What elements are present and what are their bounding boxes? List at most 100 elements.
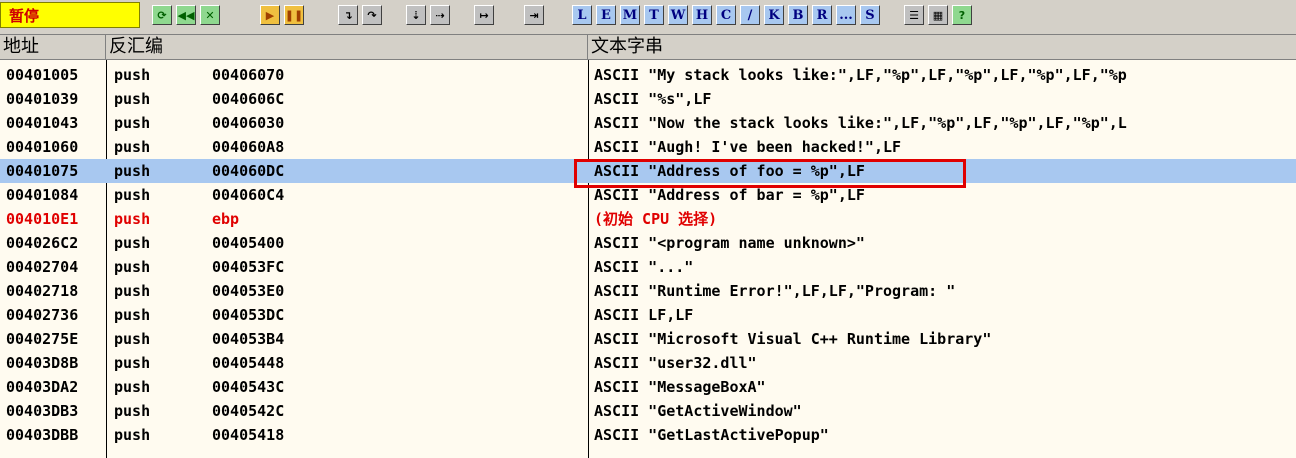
goto-icon[interactable]: ⇥ (524, 5, 544, 25)
close-icon[interactable]: ✕ (200, 5, 220, 25)
operand-cell: 004053E0 (212, 282, 285, 300)
opcode-cell: push (114, 210, 151, 228)
opcode-cell: push (114, 114, 151, 132)
rewind-icon[interactable]: ◀◀ (176, 5, 196, 25)
breakpoints-window-button[interactable]: B (788, 5, 808, 25)
address-cell: 00401084 (6, 186, 79, 204)
run-icon[interactable]: ▶ (260, 5, 280, 25)
opcode-cell: push (114, 330, 151, 348)
text-string-cell: (初始 CPU 选择) (594, 210, 718, 228)
call-stack-window-button[interactable]: K (764, 5, 784, 25)
toolbar: 暂停 ⟳ ◀◀ ✕ ▶ ❚❚ ↴ ↷ ⇣ ⇢ ↦ ⇥ L E M T W H C… (0, 0, 1296, 35)
table-row[interactable]: 00403DA2 push 0040543C ASCII "MessageBoxA" (0, 375, 1296, 399)
table-row[interactable]: 00401043 push 00406030 ASCII "Now the stack… (0, 111, 1296, 135)
references-window-button[interactable]: R (812, 5, 832, 25)
windows-window-button[interactable]: W (668, 5, 688, 25)
address-cell: 0040275E (6, 330, 79, 348)
table-row[interactable]: 0040275E push 004053B4 ASCII "Microsoft Vis… (0, 327, 1296, 351)
run-trace-window-button[interactable]: ... (836, 5, 856, 25)
text-string-cell: ASCII "Microsoft Visual C++ Runtime Libr… (594, 330, 992, 348)
opcode-cell: push (114, 234, 151, 252)
table-row[interactable]: 00403DB3 push 0040542C ASCII "GetActiveWind… (0, 399, 1296, 423)
header-text-string[interactable]: 文本字串 (588, 35, 1296, 59)
opcode-cell: push (114, 306, 151, 324)
opcode-cell: push (114, 426, 151, 444)
operand-cell: 0040542C (212, 402, 285, 420)
table-row[interactable]: 00403D8B push 00405448 ASCII "user32.dll" (0, 351, 1296, 375)
address-cell: 004010E1 (6, 210, 79, 228)
text-string-cell: ASCII "Runtime Error!",LF,LF,"Program: " (594, 282, 956, 300)
address-cell: 00401060 (6, 138, 79, 156)
patches-window-button[interactable]: / (740, 5, 760, 25)
highlight-box (574, 159, 966, 188)
step-over-icon[interactable]: ↷ (362, 5, 382, 25)
handles-window-button[interactable]: H (692, 5, 712, 25)
threads-window-button[interactable]: T (644, 5, 664, 25)
operand-cell: 004060A8 (212, 138, 285, 156)
header-address[interactable]: 地址 (0, 35, 106, 59)
address-cell: 00403DA2 (6, 378, 79, 396)
text-string-cell: ASCII "MessageBoxA" (594, 378, 766, 396)
address-cell: 00403DBB (6, 426, 79, 444)
grid-icon[interactable]: ▦ (928, 5, 948, 25)
table-row[interactable]: 00401060 push 004060A8 ASCII "Augh! I've be… (0, 135, 1296, 159)
column-header: 地址 反汇编 文本字串 (0, 35, 1296, 60)
operand-cell: 004060DC (212, 162, 285, 180)
step-into-icon[interactable]: ↴ (338, 5, 358, 25)
operand-cell: 00405400 (212, 234, 285, 252)
opcode-cell: push (114, 282, 151, 300)
memory-window-button[interactable]: M (620, 5, 640, 25)
opcode-cell: push (114, 66, 151, 84)
help-icon[interactable]: ? (952, 5, 972, 25)
log-window-button[interactable]: L (572, 5, 592, 25)
operand-cell: 00405418 (212, 426, 285, 444)
opcode-cell: push (114, 402, 151, 420)
address-cell: 00401039 (6, 90, 79, 108)
table-row[interactable]: 00402736 push 004053DC ASCII LF,LF (0, 303, 1296, 327)
opcode-cell: push (114, 186, 151, 204)
operand-cell: 0040606C (212, 90, 285, 108)
text-string-cell: ASCII "<program name unknown>" (594, 234, 865, 252)
pause-icon[interactable]: ❚❚ (284, 5, 304, 25)
opcode-cell: push (114, 378, 151, 396)
address-cell: 00401075 (6, 162, 79, 180)
trace-over-icon[interactable]: ⇢ (430, 5, 450, 25)
text-string-cell: ASCII LF,LF (594, 306, 694, 324)
text-string-cell: ASCII "My stack looks like:",LF,"%p",LF,… (594, 66, 1127, 84)
header-disassembly[interactable]: 反汇编 (106, 35, 588, 59)
operand-cell: 00406070 (212, 66, 285, 84)
text-string-cell: ASCII "%s",LF (594, 90, 712, 108)
cpu-window-button[interactable]: C (716, 5, 736, 25)
table-row[interactable]: 00401039 push 0040606C ASCII "%s",LF (0, 87, 1296, 111)
table-row[interactable]: 00402704 push 004053FC ASCII "..." (0, 255, 1296, 279)
operand-cell: ebp (212, 210, 240, 228)
table-row[interactable]: 00403DBB push 00405418 ASCII "GetLastActive… (0, 423, 1296, 447)
address-cell: 00401043 (6, 114, 79, 132)
text-string-cell: ASCII "Augh! I've been hacked!",LF (594, 138, 902, 156)
operand-cell: 004053DC (212, 306, 285, 324)
open-icon[interactable]: ⟳ (152, 5, 172, 25)
text-string-cell: ASCII "GetLastActivePopup" (594, 426, 829, 444)
modules-window-button[interactable]: E (596, 5, 616, 25)
table-row[interactable]: 00401005 push 00406070 ASCII "My stack look… (0, 63, 1296, 87)
opcode-cell: push (114, 258, 151, 276)
table-row[interactable]: 004026C2 push 00405400 ASCII "<program name… (0, 231, 1296, 255)
operand-cell: 0040543C (212, 378, 285, 396)
address-cell: 004026C2 (6, 234, 79, 252)
opcode-cell: push (114, 354, 151, 372)
source-window-button[interactable]: S (860, 5, 880, 25)
opcode-cell: push (114, 162, 151, 180)
execute-till-return-icon[interactable]: ↦ (474, 5, 494, 25)
list-icon[interactable]: ☰ (904, 5, 924, 25)
address-cell: 00402736 (6, 306, 79, 324)
text-string-cell: ASCII "..." (594, 258, 694, 276)
text-string-cell: ASCII "user32.dll" (594, 354, 757, 372)
table-row[interactable]: 004010E1 push ebp (初始 CPU 选择) (0, 207, 1296, 231)
table-row[interactable]: 00402718 push 004053E0 ASCII "Runtime Error… (0, 279, 1296, 303)
opcode-cell: push (114, 90, 151, 108)
status-indicator: 暂停 (0, 2, 140, 28)
trace-into-icon[interactable]: ⇣ (406, 5, 426, 25)
address-cell: 00403D8B (6, 354, 79, 372)
text-string-cell: ASCII "GetActiveWindow" (594, 402, 802, 420)
operand-cell: 004053B4 (212, 330, 285, 348)
